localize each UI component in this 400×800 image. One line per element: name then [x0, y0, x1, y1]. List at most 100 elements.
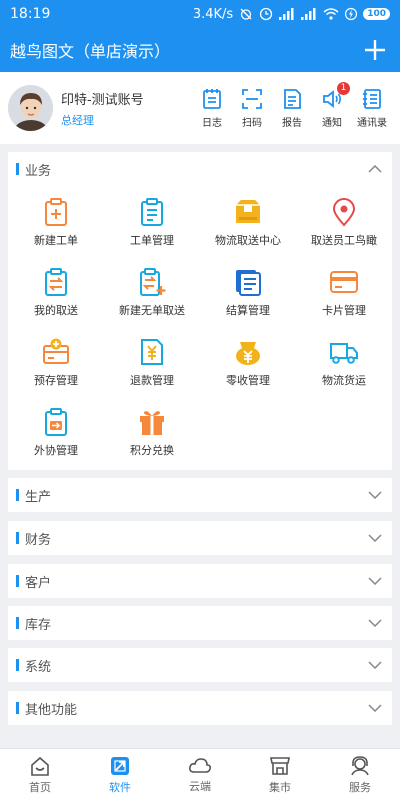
cloud-icon	[189, 757, 211, 773]
tab-label: 云端	[189, 779, 211, 793]
menu-label: 外协管理	[34, 443, 78, 457]
menu-points-exchange[interactable]: 积分兑换	[104, 400, 200, 464]
truck-icon	[330, 342, 358, 364]
section-inventory[interactable]: 库存	[8, 606, 392, 640]
menu-label: 结算管理	[226, 303, 270, 317]
chevron-up-icon	[368, 165, 382, 173]
business-grid: 新建工单 工单管理 物流取送中心 取送员工鸟瞰 我的取送 新建无单取送 结算管理	[8, 186, 392, 464]
menu-label: 退款管理	[130, 373, 174, 387]
quick-journal[interactable]: 日志	[192, 88, 232, 129]
coin-purse-icon	[236, 341, 260, 365]
chevron-down-icon	[368, 577, 382, 585]
section-title: 其他功能	[25, 702, 78, 718]
menu-label: 卡片管理	[322, 303, 366, 317]
quick-contacts[interactable]: 通讯录	[352, 88, 392, 129]
menu-order-management[interactable]: 工单管理	[104, 190, 200, 254]
tab-market[interactable]: 集市	[240, 749, 320, 800]
tab-cloud[interactable]: 云端	[160, 749, 240, 800]
section-customer[interactable]: 客户	[8, 564, 392, 598]
profile-header: 印特-测试账号 总经理 日志 扫码 报告 1 通知 通讯录	[0, 72, 400, 144]
tab-software[interactable]: 软件	[80, 749, 160, 800]
menu-logistics-center[interactable]: 物流取送中心	[200, 190, 296, 254]
logistics-box-icon	[236, 199, 260, 223]
menu-my-delivery[interactable]: 我的取送	[8, 260, 104, 324]
menu-label: 我的取送	[34, 303, 78, 317]
section-title: 业务	[25, 163, 52, 179]
scan-icon	[242, 88, 262, 109]
tab-label: 软件	[109, 780, 131, 794]
signal-icon	[279, 8, 294, 20]
user-name: 印特-测试账号	[60, 92, 144, 108]
avatar-icon	[8, 85, 53, 131]
app-bar: 越鸟图文（单店演示）	[0, 28, 400, 72]
section-finance[interactable]: 财务	[8, 521, 392, 555]
section-marker	[16, 575, 19, 587]
section-marker	[16, 617, 19, 629]
quick-label: 通知	[322, 117, 342, 129]
menu-settlement[interactable]: 结算管理	[200, 260, 296, 324]
menu-freight[interactable]: 物流货运	[296, 330, 392, 394]
menu-outsourcing[interactable]: 外协管理	[8, 400, 104, 464]
prepaid-icon	[43, 338, 69, 364]
menu-label: 物流货运	[322, 373, 366, 387]
tab-home[interactable]: 首页	[0, 749, 80, 800]
chevron-down-icon	[368, 704, 382, 712]
section-marker	[16, 532, 19, 544]
menu-label: 积分兑换	[130, 443, 174, 457]
section-production[interactable]: 生产	[8, 478, 392, 512]
chevron-down-icon	[368, 619, 382, 627]
network-speed: 3.4K/s	[192, 6, 234, 22]
status-bar: 18:19 3.4K/s 100	[0, 0, 400, 28]
gift-icon	[140, 410, 164, 435]
new-delivery-icon	[140, 267, 166, 296]
charging-icon	[345, 7, 358, 21]
alarm-off-icon	[240, 8, 252, 20]
section-system[interactable]: 系统	[8, 648, 392, 682]
user-role: 总经理	[60, 113, 94, 127]
home-icon	[31, 756, 49, 776]
my-delivery-icon	[45, 267, 67, 296]
menu-prepaid[interactable]: 预存管理	[8, 330, 104, 394]
quick-label: 通讯录	[357, 117, 387, 129]
quick-scan[interactable]: 扫码	[232, 88, 272, 129]
report-icon	[284, 88, 301, 109]
quick-label: 报告	[282, 117, 302, 129]
menu-petty-cash[interactable]: 零收管理	[200, 330, 296, 394]
tab-label: 集市	[269, 780, 291, 794]
section-marker	[16, 659, 19, 671]
contacts-icon	[363, 88, 381, 109]
section-marker	[16, 489, 19, 501]
notification-badge: 1	[337, 81, 350, 95]
menu-card-management[interactable]: 卡片管理	[296, 260, 392, 324]
section-other[interactable]: 其他功能	[8, 691, 392, 725]
app-title: 越鸟图文（单店演示）	[10, 42, 171, 61]
menu-staff-overview[interactable]: 取送员工鸟瞰	[296, 190, 392, 254]
new-order-icon	[45, 197, 67, 226]
menu-label: 工单管理	[130, 233, 174, 247]
section-header[interactable]: 业务	[8, 152, 392, 186]
menu-label: 新建工单	[34, 233, 78, 247]
map-pin-icon	[332, 197, 356, 226]
section-title: 系统	[25, 659, 52, 675]
quick-notification[interactable]: 1 通知	[312, 81, 352, 129]
quick-label: 扫码	[242, 117, 262, 129]
battery-level: 100	[363, 8, 390, 20]
service-icon	[351, 755, 369, 775]
status-time: 18:19	[10, 6, 51, 22]
menu-label: 取送员工鸟瞰	[311, 233, 377, 247]
chevron-down-icon	[368, 534, 382, 542]
section-marker	[16, 163, 19, 175]
order-management-icon	[141, 197, 163, 226]
menu-label: 零收管理	[226, 373, 270, 387]
menu-new-order[interactable]: 新建工单	[8, 190, 104, 254]
menu-new-delivery[interactable]: 新建无单取送	[104, 260, 200, 324]
outsourcing-icon	[45, 407, 67, 436]
menu-refund[interactable]: 退款管理	[104, 330, 200, 394]
section-title: 客户	[25, 575, 52, 591]
avatar[interactable]	[8, 85, 53, 131]
add-button[interactable]	[360, 35, 390, 65]
market-icon	[270, 756, 290, 775]
quick-report[interactable]: 报告	[272, 88, 312, 129]
section-title: 库存	[25, 617, 52, 633]
tab-service[interactable]: 服务	[320, 749, 400, 800]
